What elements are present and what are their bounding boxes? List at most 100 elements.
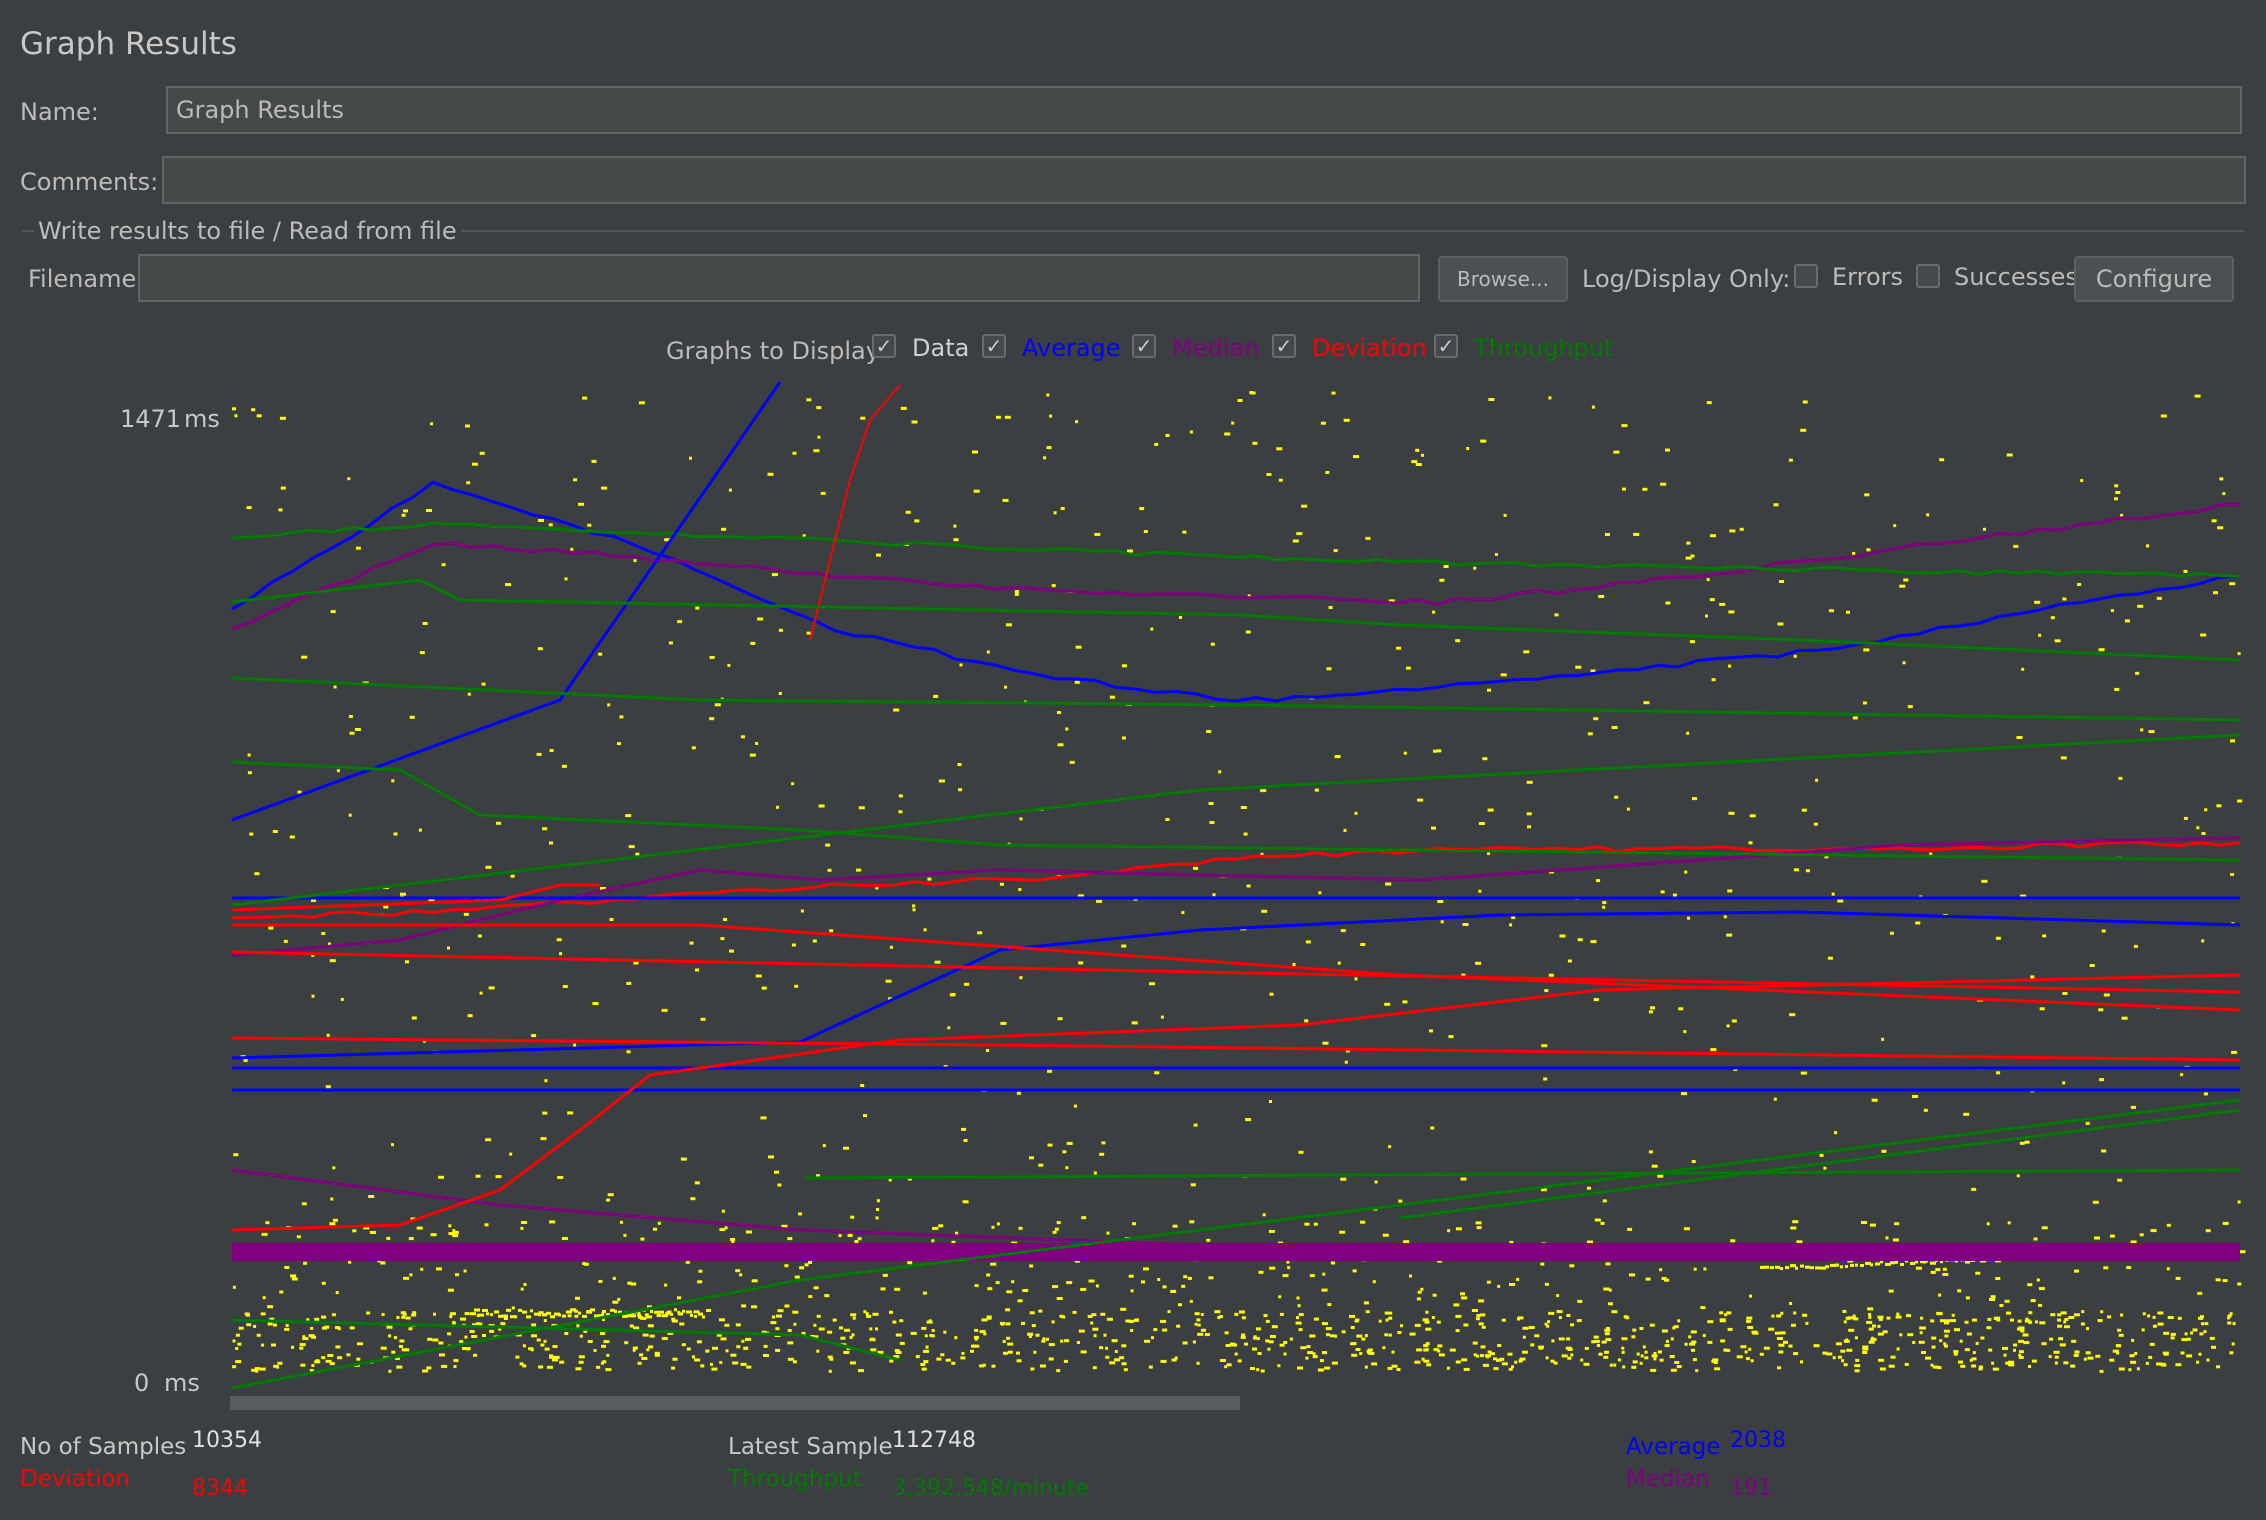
data-point bbox=[1162, 1285, 1167, 1289]
graph-scrollbar[interactable] bbox=[230, 1396, 1240, 1410]
data-point bbox=[721, 1209, 725, 1213]
data-point bbox=[2103, 1266, 2109, 1270]
data-point bbox=[2002, 1346, 2008, 1350]
data-point bbox=[730, 1353, 737, 1357]
data-point bbox=[1234, 1312, 1239, 1316]
data-point bbox=[1312, 1355, 1318, 1359]
data-point bbox=[1066, 1141, 1073, 1145]
data-point bbox=[465, 424, 470, 428]
data-point bbox=[1021, 1321, 1025, 1325]
data-point bbox=[962, 1200, 969, 1204]
data-point bbox=[714, 703, 721, 707]
filename-field[interactable] bbox=[138, 254, 1420, 302]
data-point bbox=[562, 985, 568, 988]
data-point bbox=[1659, 1358, 1664, 1362]
data-point bbox=[1842, 1309, 1847, 1313]
data-point bbox=[1197, 1323, 1201, 1327]
data-point bbox=[1489, 1352, 1495, 1356]
data-point bbox=[1190, 1183, 1196, 1187]
data-point bbox=[1321, 1288, 1328, 1292]
data-point bbox=[1587, 732, 1593, 736]
data-point bbox=[812, 939, 817, 943]
data-point bbox=[2098, 648, 2105, 652]
data-point bbox=[1517, 1316, 1524, 1320]
data-point bbox=[232, 407, 236, 411]
data-point bbox=[1355, 1348, 1361, 1351]
deviation-checkbox[interactable]: ✓ bbox=[1272, 334, 1296, 358]
data-point bbox=[302, 1337, 309, 1341]
throughput-line bbox=[231, 676, 2241, 722]
data-point bbox=[1540, 1262, 1545, 1266]
data-point bbox=[1356, 1334, 1363, 1338]
data-point bbox=[484, 1223, 489, 1227]
comments-field[interactable] bbox=[162, 156, 2246, 204]
data-point bbox=[1121, 1344, 1127, 1348]
data-point bbox=[1253, 1336, 1257, 1340]
data-point bbox=[1478, 889, 1482, 893]
errors-checkbox[interactable] bbox=[1794, 264, 1818, 288]
deviation-stat-value: 8344 bbox=[192, 1476, 248, 1501]
data-point bbox=[1436, 1320, 1441, 1324]
data-point bbox=[1298, 1328, 1303, 1332]
data-point bbox=[954, 1336, 958, 1340]
data-point bbox=[422, 622, 428, 625]
data-point bbox=[787, 1329, 792, 1332]
configure-button[interactable]: Configure bbox=[2074, 256, 2234, 302]
data-point bbox=[2229, 1351, 2234, 1355]
data-point bbox=[892, 1320, 897, 1324]
name-field[interactable]: Graph Results bbox=[166, 86, 2242, 134]
data-point bbox=[2137, 604, 2144, 608]
data-point bbox=[381, 1313, 385, 1316]
data-point bbox=[725, 1349, 729, 1353]
data-point bbox=[828, 1369, 832, 1373]
data-point bbox=[1840, 1265, 1843, 1269]
data-point bbox=[1340, 929, 1346, 933]
data-point bbox=[657, 1221, 661, 1225]
data-point bbox=[2103, 993, 2110, 997]
data-point bbox=[681, 1343, 686, 1347]
data-point bbox=[1278, 478, 1283, 482]
data-point bbox=[915, 1355, 920, 1359]
data-point bbox=[1301, 504, 1308, 508]
data-point bbox=[1189, 430, 1193, 434]
throughput-checkbox[interactable]: ✓ bbox=[1434, 334, 1458, 358]
data-point bbox=[787, 1237, 793, 1241]
data-point bbox=[938, 779, 945, 783]
data-point bbox=[449, 1315, 453, 1319]
data-point bbox=[1414, 1323, 1421, 1327]
data-point bbox=[609, 918, 614, 921]
data-point bbox=[1791, 1323, 1796, 1327]
data-point bbox=[2177, 1316, 2182, 1320]
data-point bbox=[899, 1319, 904, 1323]
data-point bbox=[1461, 1296, 1468, 1300]
median-checkbox[interactable]: ✓ bbox=[1132, 334, 1156, 358]
data-point bbox=[685, 1260, 690, 1264]
data-point bbox=[2201, 939, 2205, 943]
data-point bbox=[2089, 964, 2095, 967]
data-point bbox=[776, 805, 779, 809]
data-point bbox=[232, 1285, 236, 1289]
browse-button[interactable]: Browse... bbox=[1438, 256, 1568, 302]
data-point bbox=[486, 1312, 489, 1316]
data-point bbox=[2222, 1279, 2228, 1283]
data-point bbox=[1975, 1341, 1979, 1345]
data-point bbox=[1128, 1274, 1134, 1278]
data-point bbox=[1651, 1354, 1658, 1358]
data-point bbox=[1556, 1294, 1560, 1298]
data-point bbox=[1455, 1227, 1462, 1231]
average-checkbox[interactable]: ✓ bbox=[982, 334, 1006, 358]
data-point bbox=[730, 1238, 735, 1241]
data-point bbox=[256, 414, 262, 418]
data-point bbox=[679, 1322, 685, 1326]
data-point bbox=[1378, 1319, 1382, 1323]
data-point bbox=[1971, 1187, 1977, 1191]
data-point bbox=[1719, 1311, 1724, 1315]
successes-checkbox[interactable] bbox=[1916, 264, 1940, 288]
data-point bbox=[1057, 711, 1061, 714]
data-checkbox[interactable]: ✓ bbox=[872, 334, 896, 358]
data-point bbox=[1091, 1313, 1097, 1317]
data-point bbox=[1544, 1282, 1549, 1286]
data-point bbox=[953, 538, 959, 542]
data-point bbox=[1930, 1319, 1935, 1323]
data-point bbox=[2081, 1310, 2085, 1314]
